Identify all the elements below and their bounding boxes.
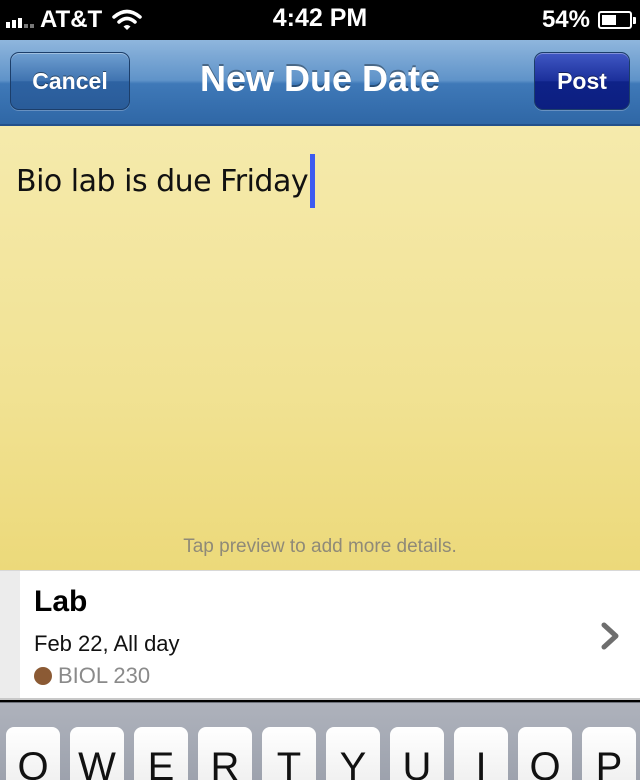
- battery-icon: [598, 11, 636, 29]
- chevron-right-icon[interactable]: [600, 621, 622, 651]
- page-title: New Due Date: [199, 58, 441, 99]
- course-name: BIOL 230: [58, 663, 151, 688]
- key-w[interactable]: W: [70, 727, 124, 780]
- note-editor[interactable]: Bio lab is due Friday Tap preview to add…: [0, 126, 640, 570]
- cancel-button[interactable]: Cancel: [10, 52, 130, 110]
- key-y[interactable]: Y: [326, 727, 380, 780]
- post-button[interactable]: Post: [534, 52, 630, 110]
- status-bar: AT&T 4:42 PM 54%: [0, 0, 640, 40]
- note-text: Bio lab is due Friday: [16, 163, 309, 199]
- text-cursor: [310, 154, 316, 208]
- battery-fill: [602, 15, 617, 25]
- assignment-type: Lab: [34, 585, 88, 618]
- note-text-field[interactable]: Bio lab is due Friday: [16, 154, 316, 208]
- navigation-bar: Cancel New Due Date Post: [0, 40, 640, 126]
- battery-percent: 54%: [541, 6, 590, 33]
- course-color-dot-icon: [34, 667, 52, 685]
- key-r[interactable]: R: [198, 727, 252, 780]
- key-u[interactable]: U: [390, 727, 444, 780]
- due-date-label: Feb 22, All day: [34, 631, 180, 656]
- keyboard: Q W E R T Y U I O P: [0, 702, 640, 780]
- key-q[interactable]: Q: [6, 727, 60, 780]
- course-label: BIOL 230: [34, 663, 150, 689]
- key-o[interactable]: O: [518, 727, 572, 780]
- preview-hint: Tap preview to add more details.: [183, 536, 457, 557]
- key-e[interactable]: E: [134, 727, 188, 780]
- key-i[interactable]: I: [454, 727, 508, 780]
- due-date-preview-row[interactable]: Lab Feb 22, All day BIOL 230: [0, 570, 640, 700]
- key-t[interactable]: T: [262, 727, 316, 780]
- row-accent-strip: [0, 571, 20, 698]
- key-p[interactable]: P: [582, 727, 636, 780]
- status-right: 54%: [541, 6, 636, 34]
